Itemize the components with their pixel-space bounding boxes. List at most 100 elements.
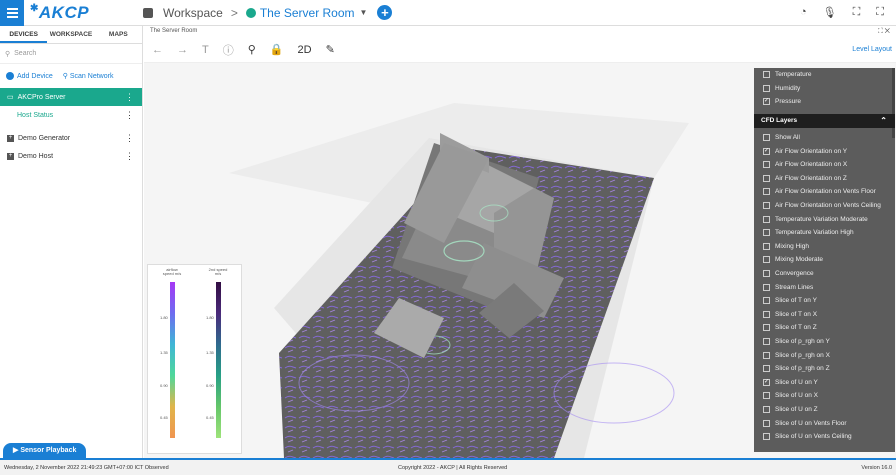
expand-icon[interactable]: + [7, 134, 14, 142]
layer-checkbox[interactable] [763, 392, 770, 400]
layer-checkbox[interactable] [763, 256, 770, 264]
layer-checkbox[interactable] [763, 147, 770, 155]
layer-checkbox[interactable] [763, 419, 770, 427]
layer-row[interactable]: Slice of p_rgh on X [754, 348, 895, 362]
layer-row[interactable]: Air Flow Orientation on Vents Ceiling [754, 199, 895, 213]
layer-row[interactable]: Air Flow Orientation on Y [754, 144, 895, 158]
sidebar-item-demo-generator[interactable]: + Demo Generator ⋮ [0, 129, 142, 147]
more-icon[interactable]: ⋮ [125, 133, 134, 144]
layer-checkbox[interactable] [763, 433, 770, 441]
layer-checkbox[interactable] [763, 297, 770, 305]
breadcrumb-separator: > [230, 5, 238, 20]
level-layout-link[interactable]: Level Layout [852, 46, 892, 53]
fullscreen-icon[interactable]: ⛶ [853, 6, 861, 19]
clock-icon[interactable]: ◔ [800, 6, 807, 19]
legend-tick: 1.80 [206, 315, 214, 320]
layer-checkbox[interactable] [763, 365, 770, 373]
layer-row[interactable]: Slice of U on Vents Ceiling [754, 430, 895, 444]
layer-checkbox[interactable] [763, 71, 770, 79]
layer-checkbox[interactable] [763, 310, 770, 318]
zoom-button[interactable]: ⚲ [248, 43, 256, 56]
more-icon[interactable]: ⋮ [125, 110, 134, 121]
search-input[interactable]: ⚲ Search [0, 44, 142, 64]
layer-row[interactable]: Temperature Variation Moderate [754, 212, 895, 226]
more-icon[interactable]: ⋮ [125, 92, 134, 103]
layer-row[interactable]: Air Flow Orientation on X [754, 158, 895, 172]
layer-checkbox[interactable] [763, 229, 770, 237]
text-tool-button[interactable]: T [202, 44, 209, 56]
layer-row[interactable]: Slice of p_rgh on Z [754, 362, 895, 376]
layer-row[interactable]: Slice of T on X [754, 308, 895, 322]
sidebar-item-demo-host[interactable]: + Demo Host ⋮ [0, 147, 142, 165]
breadcrumb-workspace[interactable]: Workspace [163, 6, 223, 20]
layer-checkbox[interactable] [763, 84, 770, 92]
layer-label: Air Flow Orientation on Vents Ceiling [775, 202, 881, 210]
layer-row[interactable]: Slice of T on Z [754, 321, 895, 335]
layer-row[interactable]: Show All [754, 131, 895, 145]
footer-copyright: Copyright 2022 - AKCP | All Rights Reser… [398, 465, 508, 471]
edit-button[interactable]: ✎ [326, 43, 335, 56]
layer-checkbox[interactable] [763, 405, 770, 413]
cfd-layers-header[interactable]: CFD Layers ⌃ [754, 113, 895, 128]
layer-label: Mixing Moderate [775, 256, 824, 264]
more-icon[interactable]: ⋮ [125, 151, 134, 162]
layer-row[interactable]: Air Flow Orientation on Vents Floor [754, 185, 895, 199]
layer-checkbox[interactable] [763, 270, 770, 278]
tab-workspace[interactable]: WORKSPACE [47, 26, 94, 43]
layer-checkbox[interactable] [763, 283, 770, 291]
layer-checkbox[interactable] [763, 134, 770, 142]
add-icon [6, 72, 14, 80]
layer-checkbox[interactable] [763, 215, 770, 223]
layer-row[interactable]: Temperature [754, 68, 895, 82]
layer-row[interactable]: Slice of U on Z [754, 403, 895, 417]
layer-row[interactable]: Mixing High [754, 240, 895, 254]
layer-checkbox[interactable] [763, 97, 770, 106]
layer-row[interactable]: Slice of p_rgh on Y [754, 335, 895, 349]
layer-row[interactable]: Convergence [754, 267, 895, 281]
add-button[interactable]: + [377, 5, 393, 20]
layer-checkbox[interactable] [763, 351, 770, 359]
tab-devices[interactable]: DEVICES [0, 26, 48, 43]
layer-checkbox[interactable] [763, 378, 770, 386]
sidebar-tabs: DEVICES WORKSPACE MAPS [0, 26, 142, 44]
lock-button[interactable]: 🔒 [270, 43, 284, 56]
forward-button[interactable]: → [177, 44, 188, 56]
layer-label: Pressure [775, 98, 802, 106]
sidebar-item-akcpro-server[interactable]: ▭ AKCPro Server ⋮ [0, 88, 142, 106]
expand-icon[interactable]: ⛶ [876, 6, 884, 19]
layer-checkbox[interactable] [763, 174, 770, 182]
layer-row[interactable]: Humidity [754, 82, 895, 96]
layer-row[interactable]: Mixing Moderate [754, 253, 895, 267]
layer-checkbox[interactable] [763, 188, 770, 196]
layer-row[interactable]: Air Flow Orientation on Z [754, 172, 895, 186]
layer-row[interactable]: Slice of U on X [754, 389, 895, 403]
chevron-down-icon[interactable]: ▼ [360, 8, 368, 17]
chevron-up-icon[interactable]: ⌃ [880, 116, 887, 125]
info-button[interactable]: ⓘ [223, 42, 234, 58]
layer-checkbox[interactable] [763, 242, 770, 250]
scan-network-button[interactable]: ⚲ Scan Network [63, 72, 114, 80]
hamburger-menu-button[interactable] [0, 0, 24, 26]
add-device-button[interactable]: Add Device [6, 72, 53, 80]
layer-row[interactable]: Pressure [754, 95, 895, 109]
layer-row[interactable]: Slice of T on Y [754, 294, 895, 308]
microphone-icon[interactable]: 🎙 [823, 6, 837, 19]
tab-maps[interactable]: MAPS [95, 26, 142, 43]
layer-row[interactable]: Slice of U on Vents Floor [754, 416, 895, 430]
layer-checkbox[interactable] [763, 324, 770, 332]
window-controls[interactable]: ⛶ ✕ [878, 26, 890, 37]
layer-checkbox[interactable] [763, 337, 770, 345]
layer-checkbox[interactable] [763, 161, 770, 169]
sensor-playback-button[interactable]: ▶ Sensor Playback [3, 443, 87, 459]
layer-row[interactable]: Stream Lines [754, 280, 895, 294]
back-button[interactable]: ← [152, 44, 163, 56]
2d-toggle-button[interactable]: 2D [298, 44, 312, 56]
expand-icon[interactable]: + [7, 152, 14, 160]
layer-row[interactable]: Slice of U on Y [754, 375, 895, 389]
layer-row[interactable]: Temperature Variation High [754, 226, 895, 240]
footer-version: Version 16.0 [861, 465, 892, 471]
layers-panel: TemperatureHumidityPressure CFD Layers⌃ … [754, 68, 895, 452]
layer-checkbox[interactable] [763, 202, 770, 210]
breadcrumb-room[interactable]: The Server Room [260, 6, 355, 20]
sidebar-item-host-status[interactable]: Host Status ⋮ [0, 106, 142, 124]
